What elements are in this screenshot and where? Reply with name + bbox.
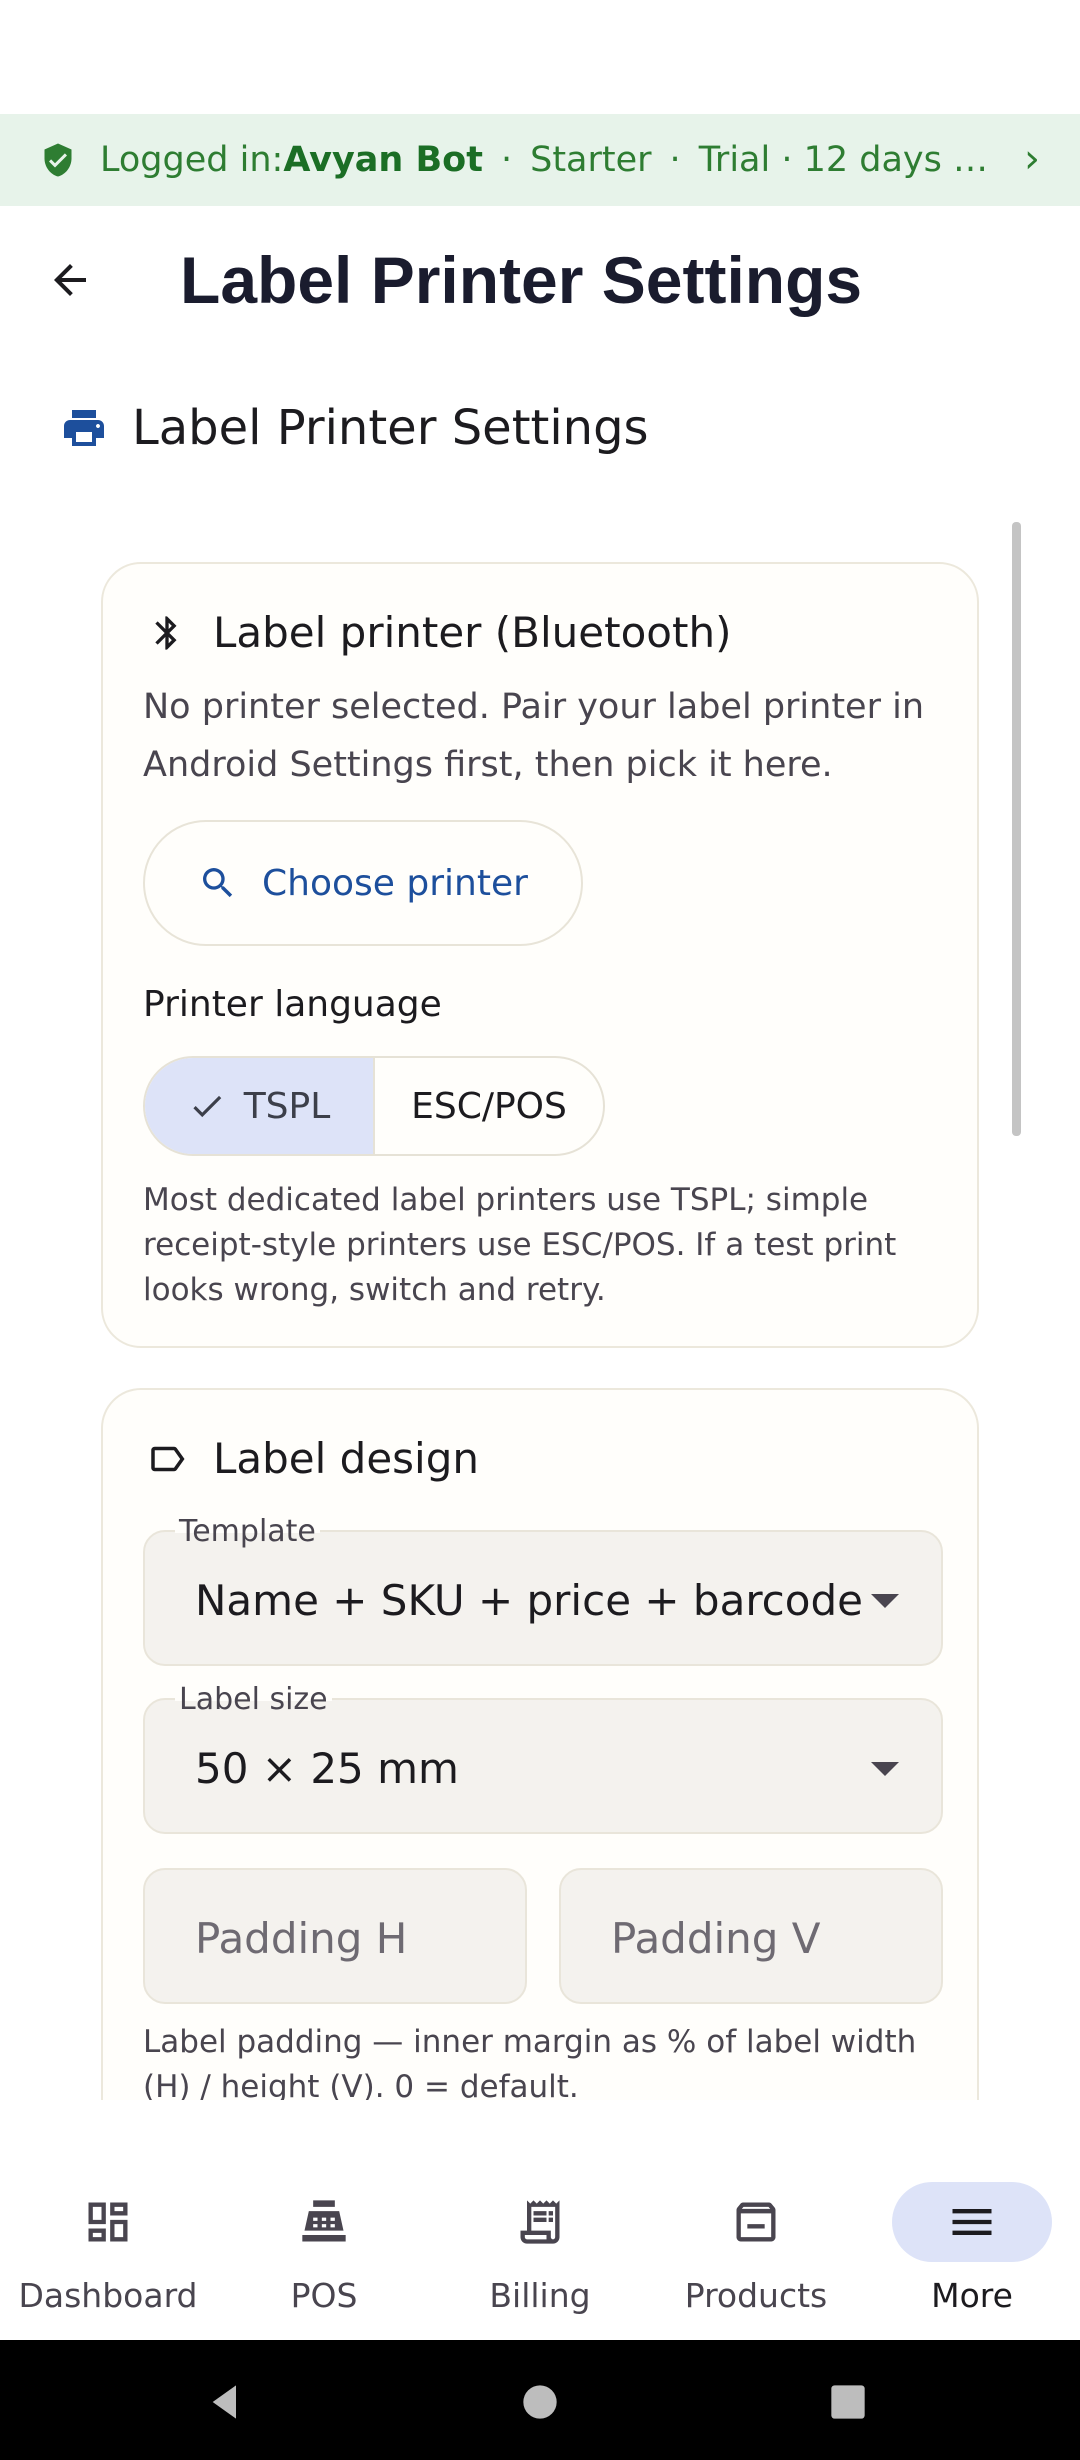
nav-label: More [931,2276,1013,2315]
content-clip-area [0,2100,1080,2166]
bluetooth-icon [143,609,191,657]
verified-shield-icon [44,143,72,177]
nav-item-dashboard[interactable]: Dashboard [0,2166,216,2340]
system-home-icon[interactable] [520,2382,560,2422]
dashboard-icon [28,2182,188,2262]
padding-help-text: Label padding — inner margin as % of lab… [143,2024,917,2105]
arrow-back-icon [54,264,86,296]
choose-printer-button[interactable]: Choose printer [143,820,583,946]
label-design-card: Label design Template Name + SKU + price… [101,1388,979,2208]
label-size-value: 50 × 25 mm [195,1744,459,1793]
status-bar-area [0,0,1080,114]
printer-card-title: Label printer (Bluetooth) [213,608,732,657]
login-status-banner[interactable]: Logged in: Avyan Bot · Starter · Trial ·… [0,114,1080,206]
language-option-label: ESC/POS [411,1085,567,1127]
language-option-tspl[interactable]: TSPL [145,1058,375,1154]
card-title-row: Label design [143,1434,479,1483]
printer-icon [64,410,104,446]
banner-separator: · [500,140,513,180]
page-title: Label Printer Settings [180,243,863,317]
template-value: Name + SKU + price + barcode [195,1576,863,1625]
section-title: Label Printer Settings [132,400,649,456]
nav-item-pos[interactable]: POS [216,2166,432,2340]
label-size-label: Label size [175,1682,332,1717]
printer-status-text: No printer selected. Pair your label pri… [143,687,925,785]
plan-name: Starter [530,140,652,180]
archive-box-icon [676,2182,836,2262]
banner-separator: · [669,140,681,180]
login-user-name: Avyan Bot [283,140,483,180]
receipt-icon [460,2182,620,2262]
login-prefix: Logged in: [100,140,284,180]
language-option-escpos[interactable]: ESC/POS [375,1058,603,1154]
nav-label: Dashboard [18,2276,198,2315]
search-icon [198,863,238,903]
design-card-title: Label design [213,1434,479,1483]
printer-language-label: Printer language [143,984,442,1025]
template-dropdown[interactable]: Template Name + SKU + price + barcode [143,1514,943,1666]
card-title-row: Label printer (Bluetooth) [143,608,731,657]
menu-icon [892,2182,1052,2262]
check-icon [188,1087,226,1125]
label-tag-icon [143,1435,191,1483]
top-app-bar: Label Printer Settings [0,206,1080,354]
back-button[interactable] [30,240,110,320]
nav-label: POS [290,2276,358,2315]
nav-item-products[interactable]: Products [648,2166,864,2340]
dropdown-arrow-icon [871,1594,899,1608]
language-option-label: TSPL [243,1085,331,1127]
choose-printer-label: Choose printer [262,862,528,904]
nav-label: Billing [489,2276,591,2315]
padding-v-placeholder: Padding V [611,1914,821,1963]
system-navigation-bar [0,2340,1080,2460]
dropdown-arrow-icon [871,1762,899,1776]
padding-h-input[interactable]: Padding H [143,1868,527,2004]
padding-v-input[interactable]: Padding V [559,1868,943,2004]
nav-label: Products [684,2276,828,2315]
system-back-icon[interactable] [206,2382,246,2422]
trial-status: Trial · 12 days … [698,140,988,180]
bottom-navigation: Dashboard POS Billing Products More [0,2166,1080,2340]
scrollbar[interactable] [1012,522,1021,1136]
system-recents-icon[interactable] [828,2382,868,2422]
label-size-dropdown[interactable]: Label size 50 × 25 mm [143,1682,943,1834]
padding-h-placeholder: Padding H [195,1914,408,1963]
pos-register-icon [244,2182,404,2262]
label-printer-card: Label printer (Bluetooth) No printer sel… [101,562,979,1348]
section-heading: Label Printer Settings [60,400,649,456]
nav-item-billing[interactable]: Billing [432,2166,648,2340]
printer-language-toggle: TSPL ESC/POS [143,1056,605,1156]
chevron-right-icon: › [1024,136,1040,182]
template-label: Template [175,1514,320,1549]
nav-item-more[interactable]: More [864,2166,1080,2340]
printer-language-help: Most dedicated label printers use TSPL; … [143,1182,897,1308]
